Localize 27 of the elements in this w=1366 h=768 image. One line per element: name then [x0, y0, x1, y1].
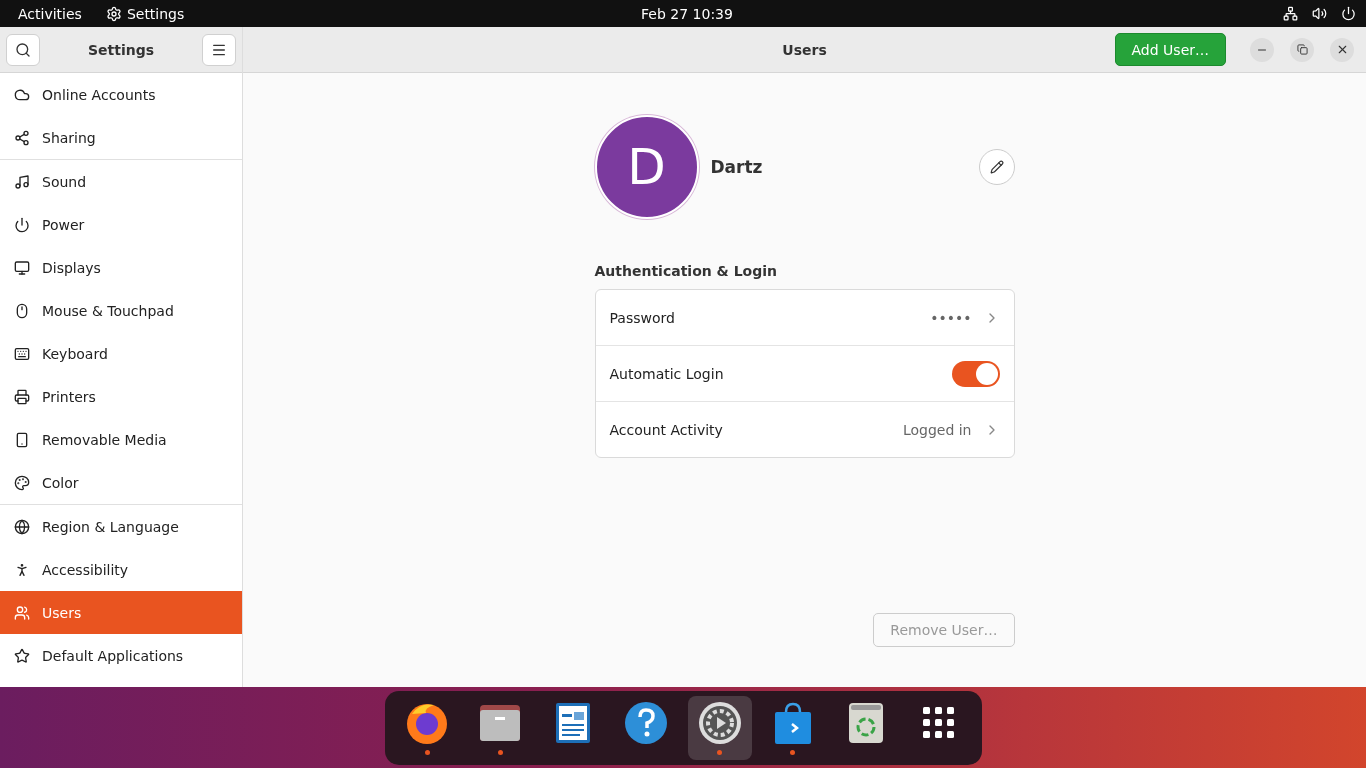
- sidebar-item[interactable]: Mouse & Touchpad: [0, 289, 242, 332]
- sidebar-item[interactable]: Printers: [0, 375, 242, 418]
- sidebar-item[interactable]: Users: [0, 591, 242, 634]
- sidebar-item[interactable]: Default Applications: [0, 634, 242, 677]
- sidebar-item[interactable]: Power: [0, 203, 242, 246]
- sidebar-item[interactable]: Region & Language: [0, 505, 242, 548]
- sidebar-item[interactable]: Removable Media: [0, 418, 242, 461]
- sidebar-title: Settings: [87, 41, 155, 58]
- sidebar-item[interactable]: Sharing: [0, 116, 242, 159]
- sidebar-item[interactable]: Accessibility: [0, 548, 242, 591]
- user-name: Dartz: [710, 157, 764, 177]
- sidebar-item[interactable]: Color: [0, 461, 242, 504]
- row-label: Account Activity: [609, 421, 724, 438]
- user-avatar: D: [594, 115, 699, 219]
- row-label: Password: [609, 309, 676, 326]
- sidebar-item[interactable]: Keyboard: [0, 332, 242, 375]
- row-value: •••••: [930, 309, 972, 326]
- section-title: Authentication & Login: [594, 263, 779, 279]
- sidebar-item[interactable]: Displays: [0, 246, 242, 289]
- row-label: Automatic Login: [609, 365, 725, 382]
- clock[interactable]: Feb 27 10:39: [641, 5, 733, 22]
- app-menu[interactable]: Settings: [105, 5, 185, 22]
- sidebar-item[interactable]: Sound: [0, 160, 242, 203]
- row-value: Logged in: [902, 421, 972, 438]
- activities-button[interactable]: Activities: [18, 5, 82, 22]
- sidebar-item[interactable]: Online Accounts: [0, 73, 242, 116]
- page-title: Users: [782, 41, 827, 58]
